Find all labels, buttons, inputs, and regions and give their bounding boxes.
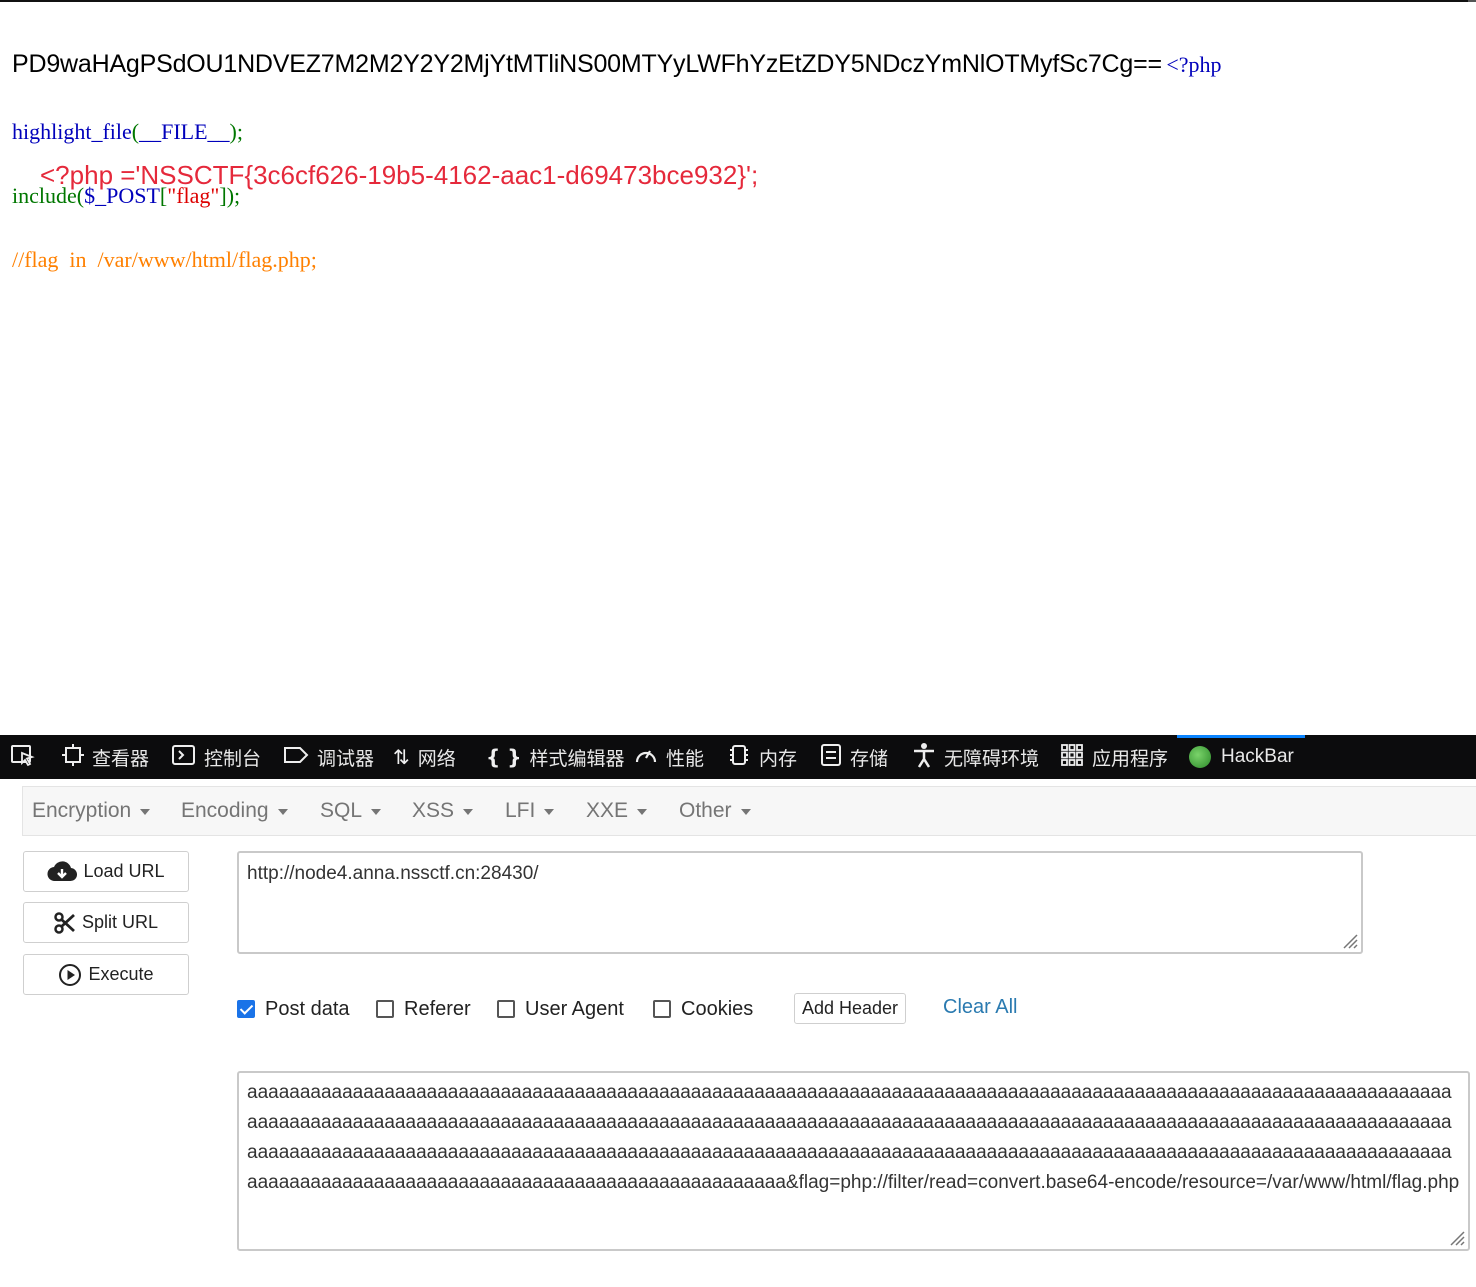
tab-application[interactable]: 应用程序 [1060,735,1168,779]
tab-pick-element[interactable] [10,735,44,779]
flag-output: <?php ='NSSCTF{3c6cf626-19b5-4162-aac1-d… [40,160,759,190]
code-line-highlight: highlight_file(__FILE__); [12,119,243,144]
post-data-option[interactable]: Post data [237,993,350,1025]
execute-button[interactable]: Execute [23,954,189,995]
load-url-button[interactable]: Load URL [23,851,189,892]
debugger-icon [283,745,309,770]
scissors-icon [54,911,75,934]
first-line: PD9waHAgPSdOU1NDVEZ7M2M2Y2Y2MjYtMTliNS00… [12,50,1222,82]
clear-all-link[interactable]: Clear All [943,996,1017,1019]
user-agent-option[interactable]: User Agent [497,993,624,1025]
accessibility-icon [912,742,936,773]
referer-checkbox[interactable] [376,1000,394,1018]
split-url-button[interactable]: Split URL [23,902,189,943]
chevron-down-icon [140,809,151,815]
chevron-down-icon [740,809,751,815]
menu-xss[interactable]: XSS [412,787,474,835]
style-editor-icon: { } [486,745,522,769]
cloud-download-icon [47,860,78,881]
hackbar-menu: Encryption Encoding SQL XSS LFI XXE Othe… [22,786,1476,836]
console-icon [172,744,196,771]
performance-icon [634,744,658,771]
url-input[interactable]: http://node4.anna.nssctf.cn:28430/ [237,851,1363,954]
tab-console[interactable]: 控制台 [172,735,261,779]
add-header-button[interactable]: Add Header [794,993,906,1024]
tab-style-editor[interactable]: { } 样式编辑器 [486,735,624,779]
chevron-down-icon [544,809,555,815]
devtools-toolbar: 查看器 控制台 调试器 ⇅ 网络 { } 样式编辑器 性能 内存 存储 无障碍环… [0,735,1476,779]
memory-icon [727,743,751,772]
top-border [0,0,1476,2]
menu-other[interactable]: Other [679,787,751,835]
resize-handle-icon[interactable] [1340,931,1358,949]
application-icon [1060,743,1084,772]
pick-element-icon [10,743,36,772]
tab-inspector[interactable]: 查看器 [62,735,149,779]
menu-sql[interactable]: SQL [320,787,382,835]
tab-hackbar[interactable]: HackBar [1177,735,1305,776]
php-open-tag: <?php [1166,52,1222,77]
cookies-option[interactable]: Cookies [653,993,753,1025]
tab-accessibility[interactable]: 无障碍环境 [912,735,1039,779]
chevron-down-icon [371,809,382,815]
menu-encoding[interactable]: Encoding [181,787,288,835]
post-data-checkbox[interactable] [237,1000,255,1018]
menu-xxe[interactable]: XXE [586,787,648,835]
storage-icon [820,743,842,772]
inspector-icon [62,743,84,771]
tab-network[interactable]: ⇅ 网络 [393,735,456,779]
tab-performance[interactable]: 性能 [634,735,704,779]
network-icon: ⇅ [393,745,410,769]
chevron-down-icon [463,809,474,815]
user-agent-checkbox[interactable] [497,1000,515,1018]
code-line-comment: //flag in /var/www/html/flag.php; [12,247,317,272]
menu-encryption[interactable]: Encryption [32,787,151,835]
tab-debugger[interactable]: 调试器 [283,735,374,779]
referer-option[interactable]: Referer [376,993,471,1025]
cookies-checkbox[interactable] [653,1000,671,1018]
tab-memory[interactable]: 内存 [727,735,797,779]
tab-storage[interactable]: 存储 [820,735,888,779]
play-circle-icon [59,963,82,986]
page-output: PD9waHAgPSdOU1NDVEZ7M2M2Y2Y2MjYtMTliNS00… [0,0,1476,735]
menu-lfi[interactable]: LFI [505,787,555,835]
hackbar-logo-icon [1189,746,1211,768]
chevron-down-icon [637,809,648,815]
base64-output: PD9waHAgPSdOU1NDVEZ7M2M2Y2Y2MjYtMTliNS00… [12,50,1162,78]
chevron-down-icon [277,809,288,815]
resize-handle-icon[interactable] [1447,1228,1465,1246]
post-data-input[interactable]: aaaaaaaaaaaaaaaaaaaaaaaaaaaaaaaaaaaaaaaa… [237,1071,1470,1251]
